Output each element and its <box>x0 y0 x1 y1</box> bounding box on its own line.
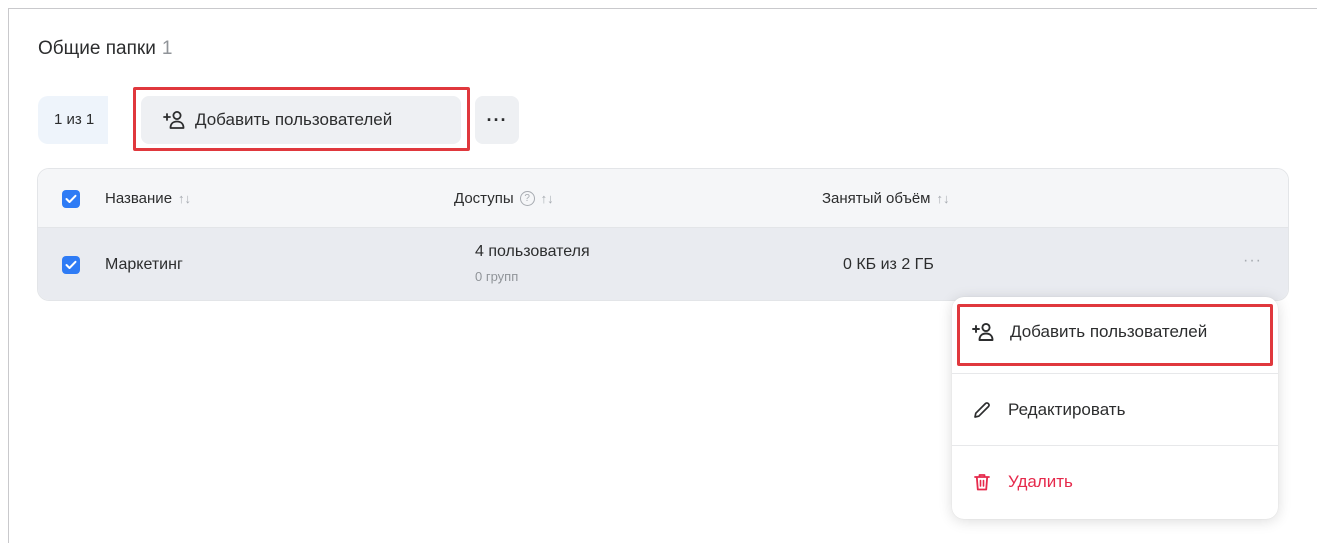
row-more-button[interactable]: ··· <box>1243 252 1262 270</box>
sort-icon: ↑↓ <box>178 191 192 206</box>
menu-item-label: Удалить <box>1008 472 1073 491</box>
folder-name: Маркетинг <box>105 256 183 273</box>
folder-users: 4 пользователя <box>475 243 590 260</box>
page-title-text: Общие папки <box>38 38 156 59</box>
column-header-name-label: Название <box>105 190 173 207</box>
column-header-size-label: Занятый объём <box>822 190 931 207</box>
folder-count: 1 <box>161 38 173 59</box>
folder-groups: 0 групп <box>475 269 519 284</box>
column-header-access-label: Доступы <box>454 190 514 207</box>
trash-icon <box>974 474 990 491</box>
window-border-top <box>8 8 1317 9</box>
pencil-icon <box>974 402 990 418</box>
table-row[interactable]: Маркетинг 4 пользователя 0 групп 0 КБ из… <box>38 228 1288 300</box>
sort-icon: ↑↓ <box>936 191 950 206</box>
folder-size: 0 КБ из 2 ГБ <box>843 256 934 273</box>
menu-divider <box>952 445 1278 446</box>
column-header-name[interactable]: Название ↑↓ <box>105 190 191 207</box>
page-title: Общие папки 1 <box>38 38 172 60</box>
select-all-checkbox[interactable] <box>62 190 80 208</box>
highlight-frame-toolbar <box>133 87 470 151</box>
toolbar-more-button[interactable]: ··· <box>475 96 519 144</box>
sort-icon: ↑↓ <box>540 191 554 206</box>
highlight-frame-menu <box>957 304 1273 366</box>
menu-divider <box>952 373 1278 374</box>
checkmark-icon <box>65 260 77 269</box>
menu-item-edit[interactable]: Редактировать <box>952 375 1278 445</box>
column-header-access[interactable]: Доступы ? ↑↓ <box>454 190 554 207</box>
table-header: Название ↑↓ Доступы ? ↑↓ Занятый объём ↑… <box>38 169 1288 228</box>
row-checkbox[interactable] <box>62 256 80 274</box>
selection-toolbar: 1 из 1 Добавить пользователей ··· <box>38 96 519 144</box>
checkmark-icon <box>65 194 77 203</box>
folders-table: Название ↑↓ Доступы ? ↑↓ Занятый объём ↑… <box>37 168 1289 301</box>
window-border-left <box>8 8 9 543</box>
menu-item-label: Редактировать <box>1008 400 1126 419</box>
menu-item-delete[interactable]: Удалить <box>952 447 1278 517</box>
column-header-size[interactable]: Занятый объём ↑↓ <box>822 190 949 207</box>
help-icon[interactable]: ? <box>519 191 535 206</box>
selection-counter: 1 из 1 <box>38 96 109 144</box>
